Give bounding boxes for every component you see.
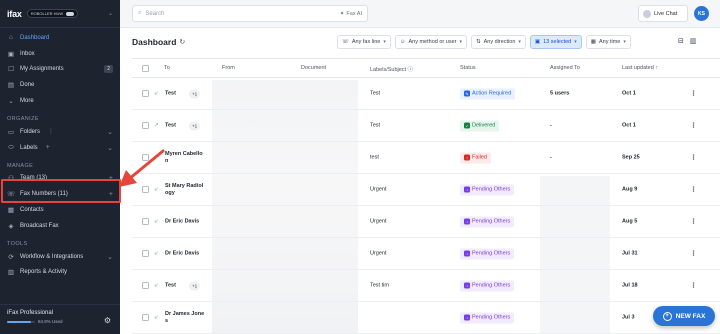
new-fax-label: NEW FAX [675, 312, 706, 320]
plus-icon: + [662, 311, 672, 321]
new-fax-button[interactable]: + NEW FAX [653, 306, 715, 326]
annotation-arrow [119, 149, 165, 187]
